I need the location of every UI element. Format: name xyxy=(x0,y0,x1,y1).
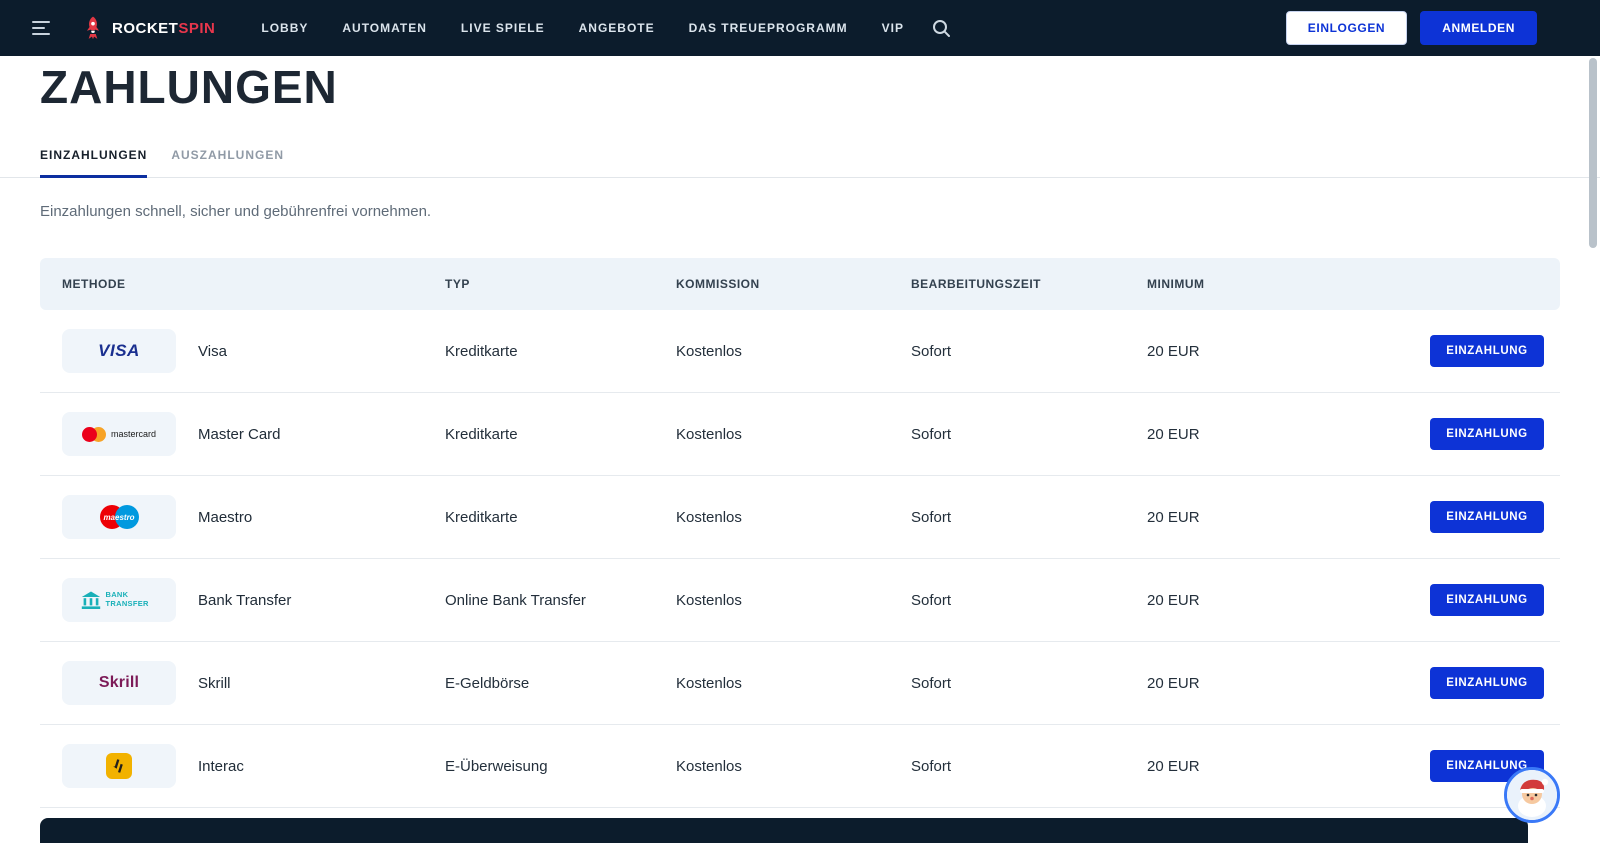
einzahlung-button[interactable]: EINZAHLUNG xyxy=(1430,335,1544,367)
nav-angebote[interactable]: ANGEBOTE xyxy=(579,21,655,35)
col-bearbeitungszeit: BEARBEITUNGSZEIT xyxy=(911,277,1147,291)
processing-cell: Sofort xyxy=(911,592,1147,609)
processing-cell: Sofort xyxy=(911,509,1147,526)
tab-auszahlungen[interactable]: AUSZAHLUNGEN xyxy=(171,148,284,178)
col-methode: METHODE xyxy=(62,277,445,291)
page-description: Einzahlungen schnell, sicher und gebühre… xyxy=(40,203,1560,220)
einzahlung-button[interactable]: EINZAHLUNG xyxy=(1430,501,1544,533)
nav-treueprogramm[interactable]: DAS TREUEPROGRAMM xyxy=(689,21,848,35)
tabs: EINZAHLUNGEN AUSZAHLUNGEN xyxy=(0,148,1600,178)
visa-logo: VISA xyxy=(62,329,176,373)
payments-table: METHODE TYP KOMMISSION BEARBEITUNGSZEIT … xyxy=(40,258,1560,808)
table-row: maestro Maestro Kreditkarte Kostenlos So… xyxy=(40,476,1560,559)
nav-live-spiele[interactable]: LIVE SPIELE xyxy=(461,21,545,35)
mastercard-wordmark: mastercard xyxy=(111,429,156,439)
skrill-logo: Skrill xyxy=(62,661,176,705)
rocket-icon xyxy=(80,15,106,41)
mastercard-logo: mastercard xyxy=(62,412,176,456)
nav-vip[interactable]: VIP xyxy=(882,21,904,35)
type-cell: Kreditkarte xyxy=(445,509,676,526)
einzahlung-button[interactable]: EINZAHLUNG xyxy=(1430,667,1544,699)
minimum-cell: 20 EUR xyxy=(1147,675,1414,692)
interac-badge-icon xyxy=(106,753,132,779)
table-row: VISA Visa Kreditkarte Kostenlos Sofort 2… xyxy=(40,310,1560,393)
bank-transfer-logo: BANK TRANSFER xyxy=(62,578,176,622)
processing-cell: Sofort xyxy=(911,343,1147,360)
auth-buttons: EINLOGGEN ANMELDEN xyxy=(1286,11,1537,45)
visa-wordmark: VISA xyxy=(98,341,140,361)
commission-cell: Kostenlos xyxy=(676,592,911,609)
santa-avatar-icon xyxy=(1507,770,1557,820)
type-cell: Kreditkarte xyxy=(445,426,676,443)
minimum-cell: 20 EUR xyxy=(1147,758,1414,775)
nav-lobby[interactable]: LOBBY xyxy=(261,21,308,35)
table-row: mastercard Master Card Kreditkarte Koste… xyxy=(40,393,1560,476)
type-cell: Kreditkarte xyxy=(445,343,676,360)
login-button[interactable]: EINLOGGEN xyxy=(1286,11,1407,45)
tab-einzahlungen[interactable]: EINZAHLUNGEN xyxy=(40,148,147,178)
minimum-cell: 20 EUR xyxy=(1147,509,1414,526)
col-minimum: MINIMUM xyxy=(1147,277,1414,291)
commission-cell: Kostenlos xyxy=(676,675,911,692)
commission-cell: Kostenlos xyxy=(676,509,911,526)
col-typ: TYP xyxy=(445,277,676,291)
processing-cell: Sofort xyxy=(911,675,1147,692)
method-name: Master Card xyxy=(198,426,281,443)
signup-button[interactable]: ANMELDEN xyxy=(1420,11,1537,45)
table-row: Skrill Skrill E-Geldbörse Kostenlos Sofo… xyxy=(40,642,1560,725)
next-section-strip xyxy=(40,818,1528,843)
nav-automaten[interactable]: AUTOMATEN xyxy=(342,21,427,35)
einzahlung-button[interactable]: EINZAHLUNG xyxy=(1430,584,1544,616)
menu-icon[interactable] xyxy=(32,21,52,35)
bank-icon xyxy=(81,591,101,610)
logo[interactable]: ROCKETSPIN xyxy=(80,15,215,41)
scrollbar[interactable] xyxy=(1586,0,1600,843)
commission-cell: Kostenlos xyxy=(676,758,911,775)
interac-logo xyxy=(62,744,176,788)
method-name: Visa xyxy=(198,343,227,360)
scrollbar-thumb[interactable] xyxy=(1589,58,1597,248)
search-icon[interactable] xyxy=(932,19,951,38)
type-cell: E-Geldbörse xyxy=(445,675,676,692)
commission-cell: Kostenlos xyxy=(676,343,911,360)
main-nav-links: LOBBY AUTOMATEN LIVE SPIELE ANGEBOTE DAS… xyxy=(261,21,904,35)
commission-cell: Kostenlos xyxy=(676,426,911,443)
table-row: Interac E-Überweisung Kostenlos Sofort 2… xyxy=(40,725,1560,808)
skrill-wordmark: Skrill xyxy=(99,674,139,692)
logo-text: ROCKETSPIN xyxy=(112,20,215,37)
processing-cell: Sofort xyxy=(911,426,1147,443)
maestro-logo: maestro xyxy=(62,495,176,539)
table-header: METHODE TYP KOMMISSION BEARBEITUNGSZEIT … xyxy=(40,258,1560,310)
chat-widget-button[interactable] xyxy=(1504,767,1560,823)
method-name: Bank Transfer xyxy=(198,592,291,609)
method-name: Skrill xyxy=(198,675,231,692)
maestro-wordmark: maestro xyxy=(100,513,139,522)
top-nav: ROCKETSPIN LOBBY AUTOMATEN LIVE SPIELE A… xyxy=(0,0,1600,56)
einzahlung-button[interactable]: EINZAHLUNG xyxy=(1430,418,1544,450)
type-cell: Online Bank Transfer xyxy=(445,592,676,609)
type-cell: E-Überweisung xyxy=(445,758,676,775)
minimum-cell: 20 EUR xyxy=(1147,592,1414,609)
page-title: ZAHLUNGEN xyxy=(40,64,1600,110)
bank-transfer-wordmark: BANK TRANSFER xyxy=(106,591,158,608)
minimum-cell: 20 EUR xyxy=(1147,343,1414,360)
method-name: Maestro xyxy=(198,509,252,526)
col-kommission: KOMMISSION xyxy=(676,277,911,291)
processing-cell: Sofort xyxy=(911,758,1147,775)
minimum-cell: 20 EUR xyxy=(1147,426,1414,443)
method-name: Interac xyxy=(198,758,244,775)
table-row: BANK TRANSFER Bank Transfer Online Bank … xyxy=(40,559,1560,642)
